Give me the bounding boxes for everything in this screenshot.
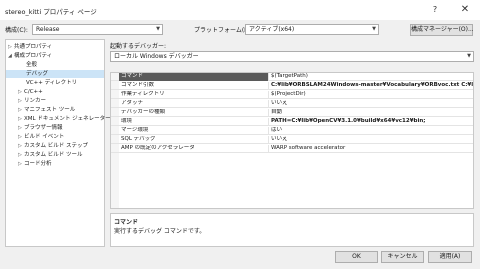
platform-select[interactable]: アクティブ(x64) ▼ bbox=[245, 24, 379, 35]
config-label: 構成(C): bbox=[5, 27, 28, 34]
property-tree[interactable]: ▷ 共通プロパティ ◢ 構成プロパティ 全般 デバッグ VC++ ディレクトリ ▷ C… bbox=[5, 39, 111, 247]
property-row[interactable]: コマンド $(TargetPath) bbox=[111, 73, 473, 81]
description-title: コマンド bbox=[114, 219, 139, 226]
apply-button[interactable]: 適用(A) bbox=[428, 251, 472, 263]
description-panel: コマンド 実行するデバッグ コマンドです。 bbox=[110, 213, 474, 247]
tree-item-manifest-tool[interactable]: ▷ マニフェスト ツール bbox=[18, 106, 75, 114]
config-value: Release bbox=[36, 26, 60, 33]
tree-item-c-cpp[interactable]: ▷ C/C++ bbox=[18, 88, 43, 96]
tree-item-vc-directories[interactable]: VC++ ディレクトリ bbox=[26, 79, 77, 87]
tree-item-linker[interactable]: ▷ リンカー bbox=[18, 97, 46, 105]
property-row[interactable]: SQL デバッグ いいえ bbox=[111, 136, 473, 144]
platform-value: アクティブ(x64) bbox=[249, 26, 295, 33]
property-row[interactable]: コマンド引数 C:¥lib¥ORBSLAM24Windows-master¥Voc… bbox=[111, 82, 473, 90]
tree-item-code-analysis[interactable]: ▷ コード分析 bbox=[18, 160, 52, 168]
tree-item-xml-doc-generator[interactable]: ▷ XML ドキュメント ジェネレーター bbox=[18, 115, 111, 123]
debugger-value: ローカル Windows デバッガー bbox=[114, 53, 199, 60]
tree-item-custom-build-tool[interactable]: ▷ カスタム ビルド ツール bbox=[18, 151, 83, 159]
debugger-label: 起動するデバッガー: bbox=[110, 43, 167, 50]
tree-item-debugging[interactable]: デバッグ bbox=[6, 70, 104, 78]
property-row[interactable]: デバッガーの種類 自動 bbox=[111, 109, 473, 117]
config-manager-button[interactable]: 構成マネージャー(O)... bbox=[410, 24, 474, 36]
tree-item-config-properties[interactable]: ◢ 構成プロパティ bbox=[8, 52, 52, 60]
window-title: stereo_kitti プロパティ ページ bbox=[5, 8, 97, 16]
platform-label: プラットフォーム(P): bbox=[194, 27, 253, 34]
help-button[interactable]: ? bbox=[428, 3, 442, 17]
tree-item-common-properties[interactable]: ▷ 共通プロパティ bbox=[8, 43, 52, 51]
property-row[interactable]: AMP の既定のアクセラレータ WARP software accelerator bbox=[111, 145, 473, 153]
property-row[interactable]: マージ環境 はい bbox=[111, 127, 473, 135]
tree-item-general[interactable]: 全般 bbox=[26, 61, 37, 69]
property-row[interactable]: アタッチ いいえ bbox=[111, 100, 473, 108]
property-row[interactable]: 作業ディレクトリ $(ProjectDir) bbox=[111, 91, 473, 99]
chevron-down-icon: ▼ bbox=[372, 26, 376, 32]
description-text: 実行するデバッグ コマンドです。 bbox=[114, 228, 206, 235]
tree-item-custom-build-step[interactable]: ▷ カスタム ビルド ステップ bbox=[18, 142, 88, 150]
tree-item-build-events[interactable]: ▷ ビルド イベント bbox=[18, 133, 64, 141]
tree-item-browse-info[interactable]: ▷ ブラウザー情報 bbox=[18, 124, 63, 132]
debugger-select[interactable]: ローカル Windows デバッガー ▼ bbox=[110, 51, 474, 62]
config-select[interactable]: Release ▼ bbox=[32, 24, 163, 35]
close-button[interactable]: ✕ bbox=[458, 3, 472, 17]
chevron-down-icon: ▼ bbox=[467, 53, 471, 59]
property-grid[interactable]: コマンド $(TargetPath) コマンド引数 C:¥lib¥ORBSLAM24… bbox=[110, 72, 474, 209]
chevron-down-icon: ▼ bbox=[156, 26, 160, 32]
property-row[interactable]: 環境 PATH=C:¥lib¥OpenCV¥3.1.0¥build¥x64¥vc1… bbox=[111, 118, 473, 126]
cancel-button[interactable]: キャンセル bbox=[381, 251, 424, 263]
ok-button[interactable]: OK bbox=[335, 251, 378, 263]
